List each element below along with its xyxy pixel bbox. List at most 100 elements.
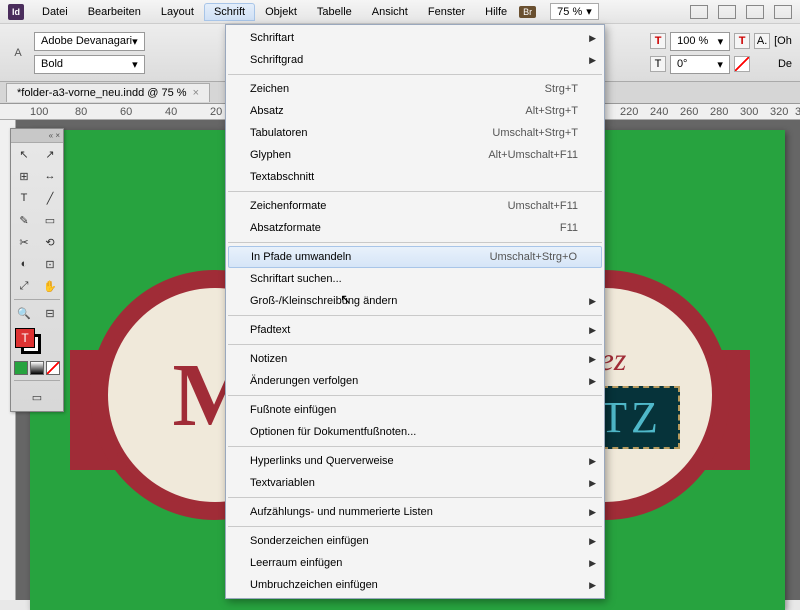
menu-separator: [228, 446, 602, 447]
menu-item-label: Textabschnitt: [250, 171, 314, 183]
menu-item-zeichen[interactable]: ZeichenStrg+T: [226, 78, 604, 100]
menu-item-sonderzeichen-einf-gen[interactable]: Sonderzeichen einfügen▶: [226, 530, 604, 552]
submenu-arrow-icon: ▶: [589, 536, 596, 547]
menu-bearbeiten[interactable]: Bearbeiten: [78, 3, 151, 21]
menu-item-notizen[interactable]: Notizen▶: [226, 348, 604, 370]
menu-item-fu-note-einf-gen[interactable]: Fußnote einfügen: [226, 399, 604, 421]
view-icon-2[interactable]: [718, 5, 736, 19]
no-fill-icon[interactable]: [734, 56, 750, 72]
hand-tool[interactable]: ✋: [37, 275, 63, 297]
menu-item-label: Aufzählungs- und nummerierte Listen: [250, 506, 433, 518]
menu-shortcut: Alt+Umschalt+F11: [488, 149, 578, 161]
menu-separator: [228, 191, 602, 192]
menu-tabelle[interactable]: Tabelle: [307, 3, 362, 21]
menu-item-tabulatoren[interactable]: Tabulatoren Umschalt+Strg+T: [226, 122, 604, 144]
character-formatting-icon[interactable]: A: [8, 44, 28, 62]
menu-separator: [228, 242, 602, 243]
view-icon-3[interactable]: [746, 5, 764, 19]
menu-item-label: Pfadtext: [250, 324, 290, 336]
submenu-arrow-icon: ▶: [589, 376, 596, 387]
menu-item-optionen-f-r-dokumentfu-noten-[interactable]: Optionen für Dokumentfußnoten...: [226, 421, 604, 443]
fill-swatch[interactable]: T: [15, 328, 35, 348]
menu-hilfe[interactable]: Hilfe: [475, 3, 517, 21]
menu-item--nderungen-verfolgen[interactable]: Änderungen verfolgen▶: [226, 370, 604, 392]
font-family-field[interactable]: Adobe Devanagari▾: [34, 32, 145, 51]
menu-item-glyphen[interactable]: GlyphenAlt+Umschalt+F11: [226, 144, 604, 166]
menu-item-schriftart-suchen-[interactable]: Schriftart suchen...: [226, 268, 604, 290]
zoom-tool[interactable]: 🔍: [11, 302, 37, 324]
menu-item-zeichenformate[interactable]: ZeichenformateUmschalt+F11: [226, 195, 604, 217]
apply-color-swatch[interactable]: [14, 361, 28, 375]
menu-item-schriftgrad[interactable]: Schriftgrad▶: [226, 49, 604, 71]
gap-tool[interactable]: ↔: [37, 165, 63, 187]
menu-item-label: In Pfade umwandeln: [251, 251, 351, 263]
menu-objekt[interactable]: Objekt: [255, 3, 307, 21]
menu-datei[interactable]: Datei: [32, 3, 78, 21]
menu-item-textabschnitt[interactable]: Textabschnitt: [226, 166, 604, 188]
rotate-tool[interactable]: ⟲: [37, 231, 63, 253]
menu-separator: [228, 497, 602, 498]
truncated-label: [Oh: [774, 35, 792, 47]
menu-shortcut: Umschalt+Strg+O: [490, 251, 577, 263]
menu-fenster[interactable]: Fenster: [418, 3, 475, 21]
zoom-level-field[interactable]: 75 % ▾: [550, 3, 599, 20]
menu-item-hyperlinks-und-querverweise[interactable]: Hyperlinks und Querverweise▶: [226, 450, 604, 472]
scale-field[interactable]: 100 %▾: [670, 32, 730, 51]
page-tool[interactable]: ⊞: [11, 165, 37, 187]
fill-stroke-swatch[interactable]: T: [15, 328, 41, 354]
bridge-badge[interactable]: Br: [519, 6, 536, 18]
workspace-switcher: [690, 5, 792, 19]
gradient-tool[interactable]: ◐: [11, 253, 37, 275]
document-tab[interactable]: *folder-a3-vorne_neu.indd @ 75 % ×: [6, 83, 210, 102]
menu-item-schriftart[interactable]: Schriftart▶: [226, 27, 604, 49]
menu-item-gro-kleinschreibung-ndern[interactable]: Groß-/Kleinschreibung ändern▶: [226, 290, 604, 312]
menu-schrift[interactable]: Schrift: [204, 3, 255, 21]
menu-item-umbruchzeichen-einf-gen[interactable]: Umbruchzeichen einfügen▶: [226, 574, 604, 596]
pen-tool[interactable]: ✎: [11, 209, 37, 231]
submenu-arrow-icon: ▶: [589, 580, 596, 591]
apply-gradient-swatch[interactable]: [30, 361, 44, 375]
app-icon: Id: [8, 4, 24, 20]
menu-separator: [228, 315, 602, 316]
font-style-field[interactable]: Bold▾: [34, 55, 145, 74]
menu-item-aufz-hlungs-und-nummerierte-listen[interactable]: Aufzählungs- und nummerierte Listen▶: [226, 501, 604, 523]
menu-item-in-pfade-umwandeln[interactable]: In Pfade umwandeln Umschalt+Strg+O: [228, 246, 602, 268]
scissors-tool[interactable]: ✂: [11, 231, 37, 253]
rectangle-tool[interactable]: ▭: [37, 209, 63, 231]
view-icon-4[interactable]: [774, 5, 792, 19]
menu-item-leerraum-einf-gen[interactable]: Leerraum einfügen▶: [226, 552, 604, 574]
submenu-arrow-icon: ▶: [589, 33, 596, 44]
apply-none-swatch[interactable]: [46, 361, 60, 375]
menu-item-textvariablen[interactable]: Textvariablen▶: [226, 472, 604, 494]
type-tool[interactable]: T: [11, 187, 37, 209]
menu-item-label: Notizen: [250, 353, 287, 365]
direct-selection-tool[interactable]: ↗: [37, 143, 63, 165]
truncated-label-2: De: [778, 58, 792, 70]
free-transform-tool[interactable]: ⤢: [11, 275, 37, 297]
menu-separator: [228, 526, 602, 527]
close-icon[interactable]: ×: [193, 87, 199, 99]
menu-ansicht[interactable]: Ansicht: [362, 3, 418, 21]
selection-tool[interactable]: ↖: [11, 143, 37, 165]
menu-item-absatz[interactable]: AbsatzAlt+Strg+T: [226, 100, 604, 122]
toolbox-header[interactable]: « ×: [11, 129, 63, 143]
note-tool[interactable]: ⊡: [37, 253, 63, 275]
menu-item-label: Tabulatoren: [250, 127, 308, 139]
rotation-field[interactable]: 0°▾: [670, 55, 730, 74]
vertical-scale-icon[interactable]: T: [650, 33, 666, 49]
menu-layout[interactable]: Layout: [151, 3, 204, 21]
char-style-icon[interactable]: A.: [754, 33, 770, 49]
submenu-arrow-icon: ▶: [589, 55, 596, 66]
char-color-icon[interactable]: T: [734, 33, 750, 49]
skew-icon[interactable]: T: [650, 56, 666, 72]
menu-shortcut: Umschalt+F11: [508, 200, 578, 212]
menu-item-absatzformate[interactable]: AbsatzformateF11: [226, 217, 604, 239]
chevron-down-icon: ▾: [132, 35, 138, 48]
fill-tool[interactable]: ⊟: [37, 302, 63, 324]
view-icon-1[interactable]: [690, 5, 708, 19]
line-tool[interactable]: ╱: [37, 187, 63, 209]
menu-shortcut: Umschalt+Strg+T: [492, 127, 578, 139]
view-mode-button[interactable]: ▭: [24, 386, 50, 408]
menu-shortcut: Alt+Strg+T: [525, 105, 578, 117]
menu-item-pfadtext[interactable]: Pfadtext▶: [226, 319, 604, 341]
